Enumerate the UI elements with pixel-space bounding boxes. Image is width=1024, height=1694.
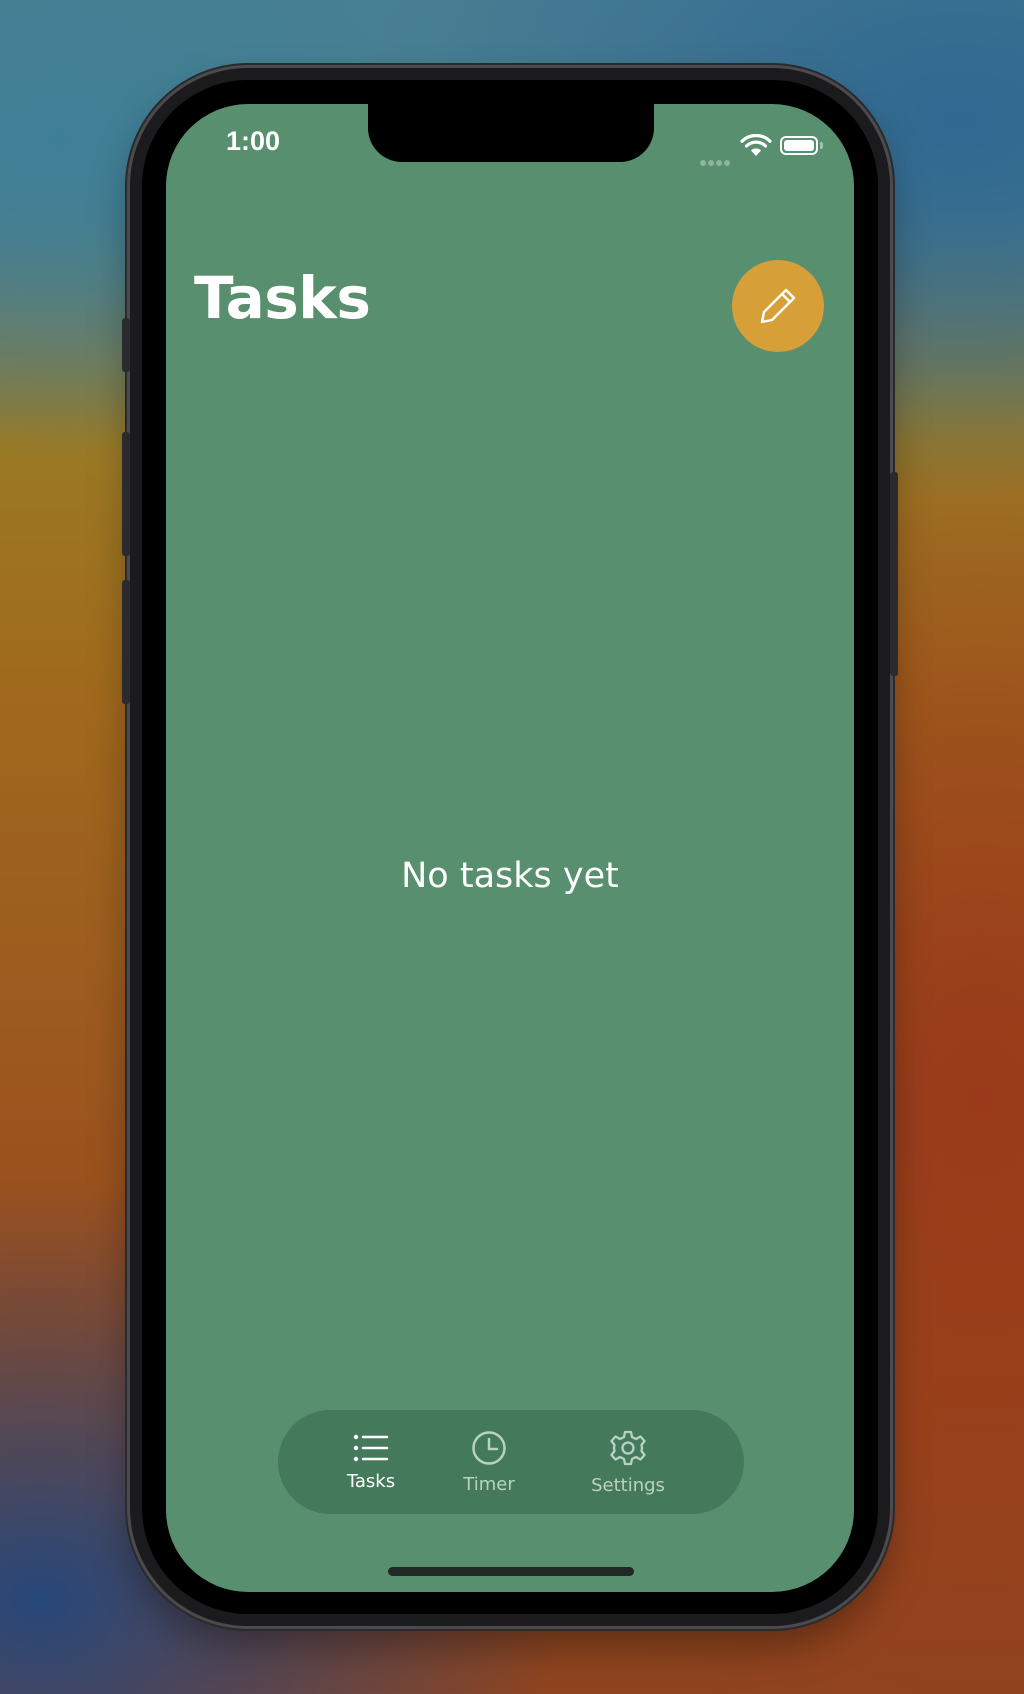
- tab-tasks[interactable]: Tasks: [328, 1410, 414, 1514]
- empty-state-message: No tasks yet: [401, 856, 619, 896]
- tab-timer-label: Timer: [463, 1473, 515, 1495]
- tab-tasks-label: Tasks: [346, 1470, 396, 1492]
- app-screen: 1:00 Tasks No tasks yet Tasks Timer Sett…: [166, 104, 854, 1592]
- tab-settings-label: Settings: [591, 1474, 665, 1496]
- clock-icon: [472, 1430, 506, 1465]
- list-icon: [353, 1434, 389, 1461]
- volume-down-button: [122, 580, 130, 704]
- home-indicator[interactable]: [388, 1567, 634, 1576]
- status-time: 1:00: [226, 126, 281, 156]
- silent-switch: [122, 318, 130, 372]
- notch: [368, 104, 654, 162]
- pencil-icon: [760, 288, 796, 324]
- wifi-icon: [740, 134, 772, 156]
- cellular-signal-icon: [700, 151, 732, 166]
- tab-settings[interactable]: Settings: [568, 1410, 688, 1514]
- power-button: [890, 472, 898, 676]
- gear-icon: [610, 1430, 646, 1465]
- tab-timer[interactable]: Timer: [446, 1410, 532, 1514]
- battery-cap: [820, 142, 823, 149]
- page-title: Tasks: [194, 264, 371, 332]
- tab-bar: Tasks Timer Settings: [278, 1410, 744, 1514]
- new-task-button[interactable]: [732, 260, 824, 352]
- volume-up-button: [122, 432, 130, 556]
- battery-icon: [780, 136, 818, 155]
